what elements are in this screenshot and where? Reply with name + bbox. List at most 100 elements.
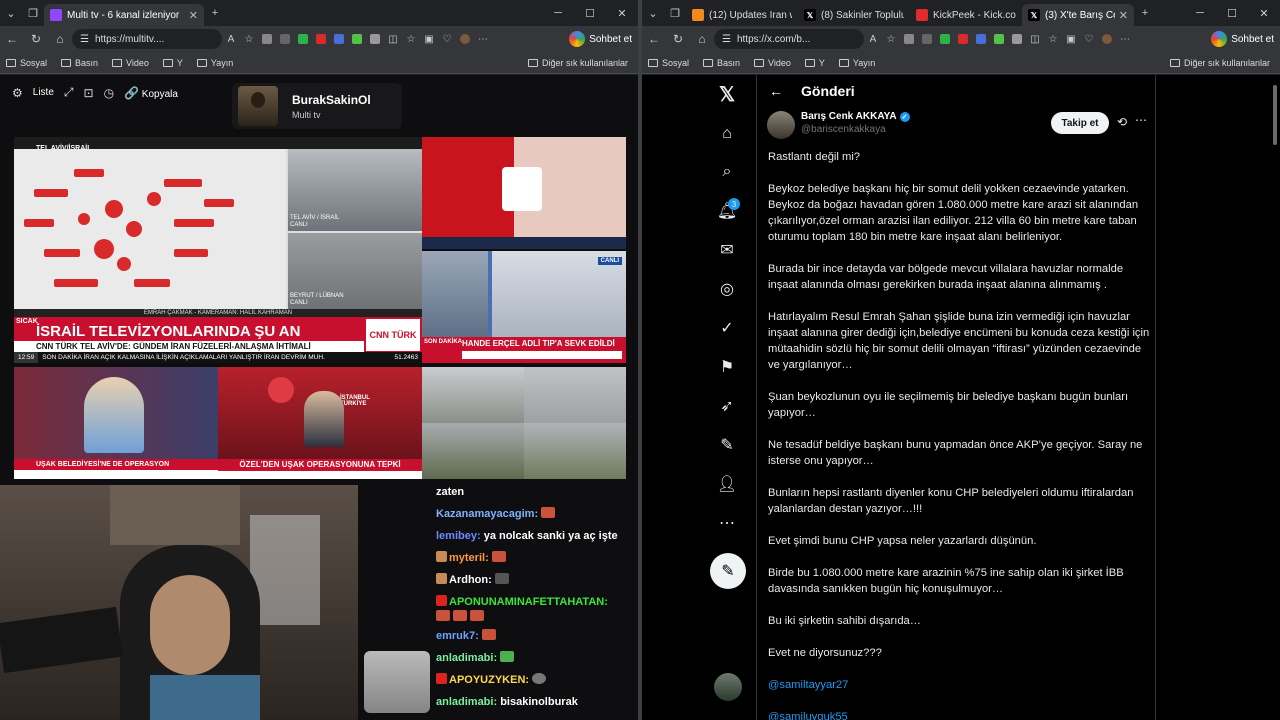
site-info-icon[interactable]: ☰ [80, 34, 89, 45]
minimize-icon[interactable]: ─ [1184, 7, 1216, 20]
chat-user[interactable]: myteril: [449, 552, 489, 564]
tab-sakinler[interactable]: 𝕏 (8) Sakinler Topluluk [798, 4, 910, 26]
translate-icon[interactable]: A [864, 30, 882, 48]
bookmark-folder[interactable]: Basın [61, 58, 98, 68]
bookmark-folder[interactable]: Video [112, 58, 149, 68]
author-handle[interactable]: @bariscenkakkaya [801, 124, 910, 135]
site-info-icon[interactable]: ☰ [722, 34, 731, 45]
collections-icon[interactable]: ▣ [1062, 30, 1080, 48]
split-screen-icon[interactable]: ◫ [384, 30, 402, 48]
address-bar[interactable]: ☰ https://x.com/b... [714, 29, 864, 49]
browser-essentials-icon[interactable]: ♡ [438, 30, 456, 48]
stream-tile-tv100[interactable]: UŞAK BELEDİYESİ'NE DE OPERASYON [14, 367, 218, 479]
stream-tile-halktv[interactable]: İSTANBUL TÜRKİYE ÖZEL'DEN UŞAK OPERASYON… [218, 367, 422, 479]
copilot-chat-button[interactable]: Sohbet et [569, 31, 632, 47]
chat-user[interactable]: APONUNAMINAFETTAHATAN: [449, 596, 608, 608]
chat-user[interactable]: lemibey: [436, 530, 481, 542]
stream-tile-haberturk[interactable]: SON DAKİKA HANDE ERÇEL ADLİ TIP'A SEVK E… [422, 251, 626, 363]
timer-icon[interactable]: ◷ [104, 86, 114, 100]
extension-icon[interactable] [348, 30, 366, 48]
tab-multitv[interactable]: Multi tv - 6 kanal izleniyor ✕ [44, 4, 204, 26]
profile-avatar[interactable] [456, 30, 474, 48]
new-tab-icon[interactable]: + [204, 0, 226, 26]
articles-icon[interactable]: ✎ [716, 434, 738, 456]
profile-avatar[interactable] [1098, 30, 1116, 48]
extension-icon[interactable] [312, 30, 330, 48]
account-avatar[interactable] [714, 673, 742, 701]
new-tab-icon[interactable]: + [1134, 0, 1156, 26]
layout-icon[interactable]: ⊡ [84, 86, 94, 100]
compose-post-button[interactable]: ✎ [710, 553, 746, 589]
streamer-card[interactable]: BurakSakinOl Multi tv [232, 83, 402, 129]
follow-button[interactable]: Takip et [1051, 112, 1109, 134]
favorites-icon[interactable]: ☆ [402, 30, 420, 48]
bookmark-folder[interactable]: Sosyal [648, 58, 689, 68]
bookmarks-icon[interactable]: ⚑ [716, 356, 738, 378]
messages-icon[interactable]: ✉ [716, 239, 738, 261]
address-bar[interactable]: ☰ https://multitv.... [72, 29, 222, 49]
favorite-star-icon[interactable]: ☆ [240, 30, 258, 48]
mention-link[interactable]: @samiluyguk55 [768, 709, 1150, 720]
extension-icon[interactable] [1008, 30, 1026, 48]
bookmark-folder[interactable]: Yayın [196, 58, 233, 68]
home-icon[interactable]: ⌂ [716, 123, 738, 145]
more-icon[interactable]: ⋯ [1116, 30, 1134, 48]
extension-icon[interactable] [936, 30, 954, 48]
home-icon[interactable]: ⌂ [48, 32, 72, 46]
post-more-icon[interactable]: ⋯ [1135, 113, 1147, 127]
collections-icon[interactable]: ▣ [420, 30, 438, 48]
profile-icon[interactable]: 👤︎ [716, 473, 738, 495]
more-icon[interactable]: ⋯ [474, 30, 492, 48]
favorites-icon[interactable]: ☆ [1044, 30, 1062, 48]
copy-button[interactable]: 🔗 Kopyala [124, 86, 178, 100]
stream-tile-citycam[interactable] [422, 367, 626, 479]
stream-tile-cnnturk[interactable]: TEL AVİV/İSRAİL TEL AVİV / İSRAİL [14, 137, 422, 363]
chat-user[interactable]: anladimabi: [436, 696, 497, 708]
back-arrow-icon[interactable]: ← [769, 83, 783, 99]
extension-icon[interactable] [366, 30, 384, 48]
extension-icon[interactable] [954, 30, 972, 48]
bookmark-folder[interactable]: Video [754, 58, 791, 68]
bookmark-folder[interactable]: Sosyal [6, 58, 47, 68]
workspaces-icon[interactable]: ❐ [664, 0, 686, 26]
tab-kickpeek[interactable]: KickPeek - Kick.com [910, 4, 1022, 26]
bookmark-folder[interactable]: Y [804, 58, 825, 68]
page-scrollbar[interactable] [1270, 75, 1280, 720]
minimize-icon[interactable]: ─ [542, 7, 574, 20]
chat-user[interactable]: APOYUZYKEN: [449, 674, 529, 686]
bookmark-folder[interactable]: Basın [703, 58, 740, 68]
list-button[interactable]: Liste [33, 87, 54, 98]
scrollbar-thumb[interactable] [1273, 85, 1277, 145]
copilot-chat-button[interactable]: Sohbet et [1211, 31, 1274, 47]
extension-icon[interactable] [294, 30, 312, 48]
back-icon[interactable]: ← [642, 32, 666, 46]
more-options-icon[interactable]: ⋯ [716, 512, 738, 534]
mention-link[interactable]: @samiltayyar27 [768, 677, 1150, 693]
translate-icon[interactable]: A [222, 30, 240, 48]
chat-user[interactable]: Ardhon: [449, 574, 492, 586]
extension-icon[interactable] [918, 30, 936, 48]
back-icon[interactable]: ← [0, 32, 24, 46]
home-icon[interactable]: ⌂ [690, 32, 714, 46]
x-logo-icon[interactable]: 𝕏 [716, 83, 738, 106]
extension-icon[interactable] [900, 30, 918, 48]
tab-x-post[interactable]: 𝕏 (3) X'te Barış Cenk A ✕ [1022, 4, 1134, 26]
other-favorites[interactable]: Diğer sık kullanılanlar [1169, 58, 1270, 68]
close-tab-icon[interactable]: ✕ [1119, 9, 1128, 22]
author-name[interactable]: Barış Cenk AKKAYA [801, 111, 897, 122]
close-tab-icon[interactable]: ✕ [189, 9, 198, 22]
maximize-icon[interactable]: ☐ [1216, 7, 1248, 20]
extension-icon[interactable] [972, 30, 990, 48]
fullscreen-icon[interactable]: ⤢ [64, 85, 74, 100]
maximize-icon[interactable]: ☐ [574, 7, 606, 20]
tab-actions-icon[interactable]: ⌄ [642, 0, 664, 26]
split-screen-icon[interactable]: ◫ [1026, 30, 1044, 48]
reload-icon[interactable]: ↻ [24, 32, 48, 46]
other-favorites[interactable]: Diğer sık kullanılanlar [527, 58, 628, 68]
favorite-star-icon[interactable]: ☆ [882, 30, 900, 48]
chat-user[interactable]: emruk7: [436, 630, 479, 642]
reload-icon[interactable]: ↻ [666, 32, 690, 46]
extension-icon[interactable] [990, 30, 1008, 48]
stream-tile-ad[interactable] [422, 137, 626, 249]
extension-icon[interactable] [258, 30, 276, 48]
